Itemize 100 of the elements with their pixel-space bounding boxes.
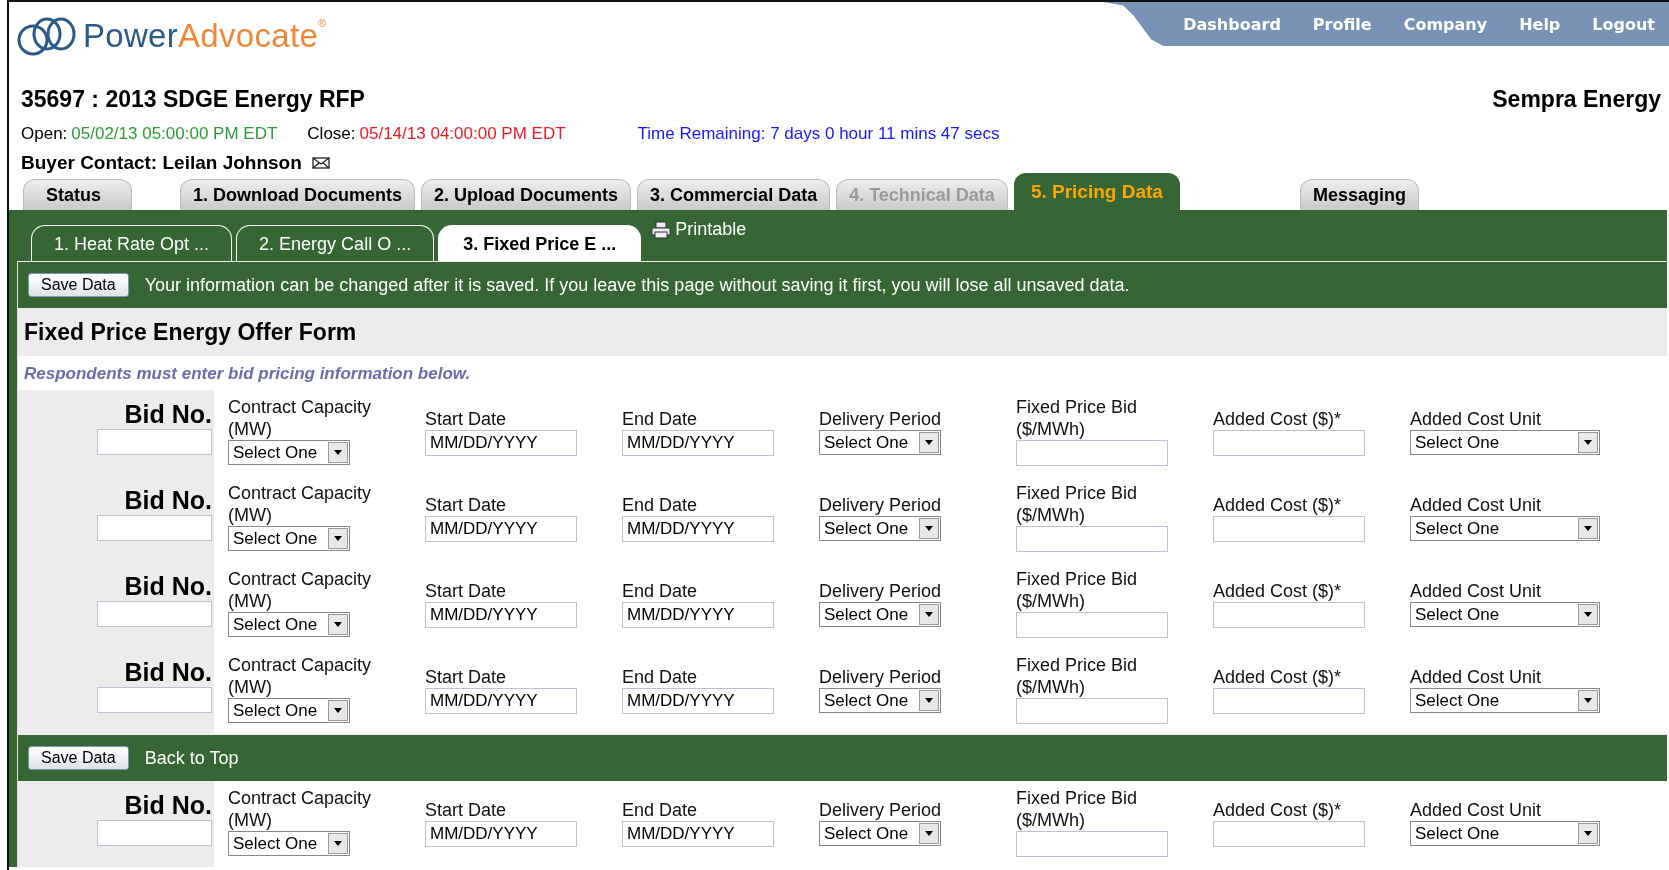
field-label: Contract Capacity (MW) bbox=[228, 787, 373, 831]
save-data-button[interactable]: Save Data bbox=[28, 746, 129, 770]
field-label: Fixed Price Bid ($/MWh) bbox=[1016, 396, 1139, 440]
sub-tab[interactable]: 3. Fixed Price E ... bbox=[438, 225, 642, 261]
field-label: Contract Capacity (MW) bbox=[228, 654, 373, 698]
tab[interactable]: 1. Download Documents bbox=[180, 179, 416, 210]
tab[interactable]: 3. Commercial Data bbox=[637, 179, 831, 210]
printable-link[interactable]: Printable bbox=[675, 219, 747, 240]
field-label: Added Cost Unit bbox=[1410, 408, 1543, 430]
logo-wordmark: PowerAdvocate$^{®}$ bbox=[83, 17, 327, 55]
close-label: Close: bbox=[307, 124, 356, 144]
close-date: 05/14/13 04:00:00 PM EDT bbox=[359, 124, 566, 144]
field-label: Added Cost ($)* bbox=[1213, 494, 1343, 516]
mail-icon[interactable] bbox=[311, 157, 330, 169]
date-field[interactable]: MM/DD/YYYY bbox=[425, 688, 577, 714]
time-remaining: Time Remaining: 7 days 0 hour 11 mins 47 secs bbox=[637, 124, 1000, 144]
input-field[interactable] bbox=[1213, 688, 1365, 714]
date-field[interactable]: MM/DD/YYYY bbox=[622, 688, 774, 714]
input-field[interactable] bbox=[1213, 602, 1365, 628]
back-to-top-link[interactable]: Back to Top bbox=[144, 747, 239, 769]
dropdown[interactable]: Select One bbox=[819, 821, 941, 846]
dropdown[interactable]: Select One bbox=[228, 698, 350, 723]
field-label: Fixed Price Bid ($/MWh) bbox=[1016, 482, 1139, 526]
form-instruction: Respondents must enter bid pricing information below. bbox=[23, 363, 472, 385]
dropdown[interactable]: Select One bbox=[819, 516, 941, 541]
caret-icon bbox=[334, 450, 342, 455]
tab[interactable]: 2. Upload Documents bbox=[421, 179, 632, 210]
field-label: Delivery Period bbox=[819, 408, 943, 430]
field-label: Delivery Period bbox=[819, 494, 943, 516]
bid-number-field[interactable] bbox=[97, 687, 212, 713]
bid-number-label: Bid No. bbox=[124, 486, 212, 515]
dropdown[interactable]: Select One bbox=[228, 440, 350, 465]
dropdown[interactable]: Select One bbox=[1410, 688, 1600, 713]
field-label: Start Date bbox=[425, 494, 508, 516]
dropdown[interactable]: Select One bbox=[228, 612, 350, 637]
bid-number-label: Bid No. bbox=[124, 572, 212, 601]
dropdown[interactable]: Select One bbox=[819, 688, 941, 713]
date-field[interactable]: MM/DD/YYYY bbox=[425, 430, 577, 456]
tab[interactable]: Messaging bbox=[1299, 179, 1419, 210]
caret-icon bbox=[925, 440, 933, 445]
field-label: Added Cost Unit bbox=[1410, 494, 1543, 516]
bid-number-field[interactable] bbox=[97, 429, 212, 455]
caret-icon bbox=[925, 526, 933, 531]
date-field[interactable]: MM/DD/YYYY bbox=[425, 516, 577, 542]
field-label: Delivery Period bbox=[819, 580, 943, 602]
caret-icon bbox=[1584, 440, 1592, 445]
dropdown[interactable]: Select One bbox=[1410, 516, 1600, 541]
dropdown[interactable]: Select One bbox=[819, 602, 941, 627]
tab[interactable]: Status bbox=[23, 179, 132, 210]
dropdown[interactable]: Select One bbox=[228, 526, 350, 551]
field-label: Delivery Period bbox=[819, 666, 943, 688]
date-field[interactable]: MM/DD/YYYY bbox=[622, 430, 774, 456]
printer-icon[interactable] bbox=[651, 220, 672, 239]
field-label: End Date bbox=[622, 799, 699, 821]
input-field[interactable] bbox=[1213, 516, 1365, 542]
field-label: Start Date bbox=[425, 666, 508, 688]
save-data-button[interactable]: Save Data bbox=[28, 273, 129, 297]
date-field[interactable]: MM/DD/YYYY bbox=[622, 821, 774, 847]
field-label: Added Cost Unit bbox=[1410, 666, 1543, 688]
input-field[interactable] bbox=[1016, 440, 1168, 466]
date-field[interactable]: MM/DD/YYYY bbox=[622, 602, 774, 628]
input-field[interactable] bbox=[1016, 612, 1168, 638]
field-label: Added Cost ($)* bbox=[1213, 666, 1343, 688]
bid-number-label: Bid No. bbox=[124, 791, 212, 820]
bid-number-label: Bid No. bbox=[124, 658, 212, 687]
date-field[interactable]: MM/DD/YYYY bbox=[425, 602, 577, 628]
dropdown[interactable]: Select One bbox=[819, 430, 941, 455]
dropdown[interactable]: Select One bbox=[1410, 430, 1600, 455]
field-label: Added Cost Unit bbox=[1410, 580, 1543, 602]
input-field[interactable] bbox=[1016, 698, 1168, 724]
field-label: Contract Capacity (MW) bbox=[228, 568, 373, 612]
input-field[interactable] bbox=[1016, 831, 1168, 857]
field-label: Contract Capacity (MW) bbox=[228, 482, 373, 526]
caret-icon bbox=[1584, 612, 1592, 617]
field-label: End Date bbox=[622, 494, 699, 516]
company-name: Sempra Energy bbox=[1492, 86, 1661, 113]
input-field[interactable] bbox=[1016, 526, 1168, 552]
bid-number-field[interactable] bbox=[97, 601, 212, 627]
event-title: 35697 : 2013 SDGE Energy RFP bbox=[21, 86, 365, 113]
dropdown[interactable]: Select One bbox=[1410, 821, 1600, 846]
caret-icon bbox=[1584, 831, 1592, 836]
field-label: Fixed Price Bid ($/MWh) bbox=[1016, 654, 1139, 698]
input-field[interactable] bbox=[1213, 430, 1365, 456]
bid-number-field[interactable] bbox=[97, 820, 212, 846]
caret-icon bbox=[1584, 698, 1592, 703]
date-field[interactable]: MM/DD/YYYY bbox=[622, 516, 774, 542]
form-title: Fixed Price Energy Offer Form bbox=[24, 318, 357, 346]
caret-icon bbox=[334, 622, 342, 627]
field-label: Fixed Price Bid ($/MWh) bbox=[1016, 787, 1139, 831]
save-notice: Your information can be changed after it is saved. If you leave this page without saving it first, you will lose all unsaved data. bbox=[144, 274, 1130, 296]
date-field[interactable]: MM/DD/YYYY bbox=[425, 821, 577, 847]
bid-number-field[interactable] bbox=[97, 515, 212, 541]
field-label: Delivery Period bbox=[819, 799, 943, 821]
field-label: End Date bbox=[622, 666, 699, 688]
field-label: Start Date bbox=[425, 408, 508, 430]
dropdown[interactable]: Select One bbox=[1410, 602, 1600, 627]
input-field[interactable] bbox=[1213, 821, 1365, 847]
field-label: Added Cost ($)* bbox=[1213, 408, 1343, 430]
field-label: Fixed Price Bid ($/MWh) bbox=[1016, 568, 1139, 612]
dropdown[interactable]: Select One bbox=[228, 831, 350, 856]
